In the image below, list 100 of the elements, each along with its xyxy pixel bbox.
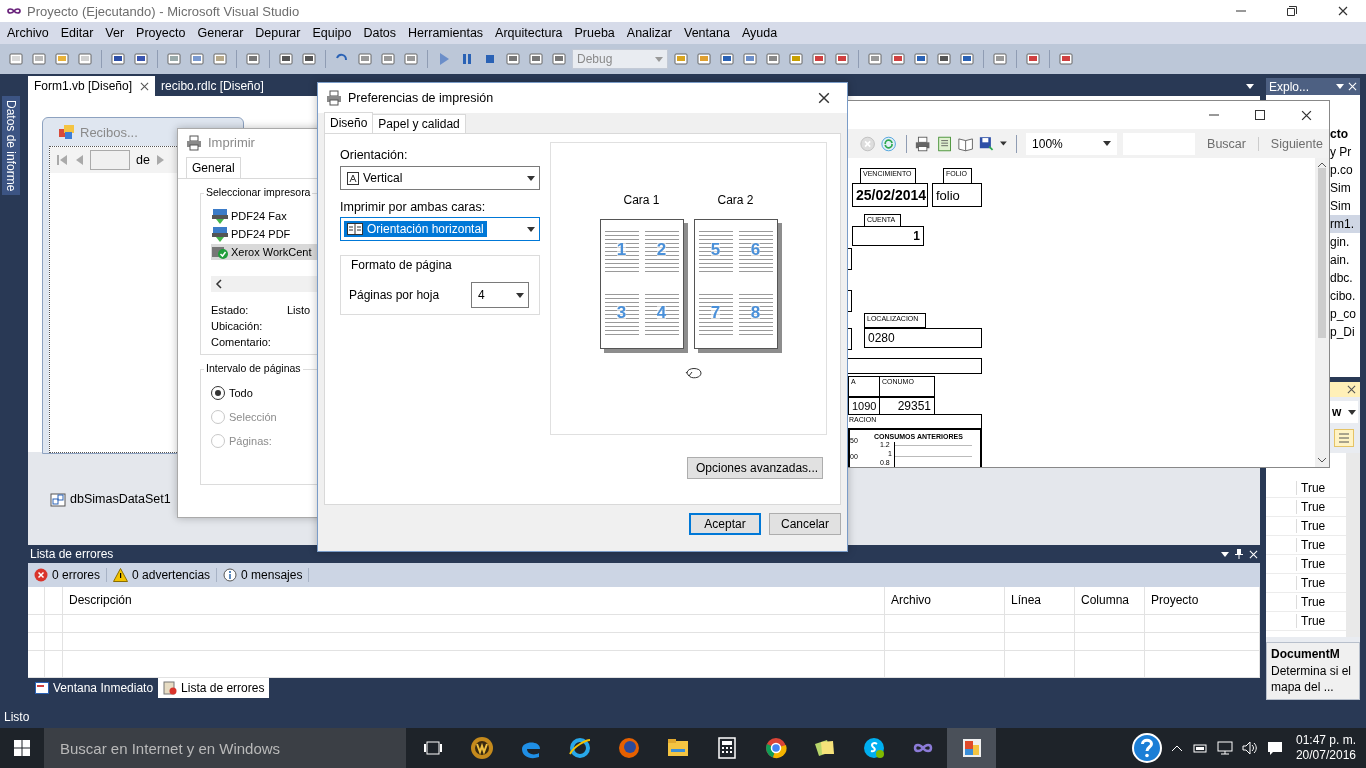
panel-title: Explo... [1269, 79, 1310, 94]
scrollbar-thumb[interactable] [1318, 167, 1326, 338]
table-cell [1005, 651, 1075, 678]
dialog-tab[interactable]: Diseño [324, 112, 374, 133]
menu-item[interactable]: Datos [357, 26, 403, 40]
info-icon [223, 568, 238, 582]
caret-icon [1221, 551, 1229, 557]
page-number: 3 [616, 304, 627, 322]
duplex-icon [347, 223, 363, 235]
panel-tab[interactable]: Lista de errores [158, 678, 270, 698]
windows-logo-icon [14, 740, 30, 756]
table-cell [1005, 615, 1075, 633]
document-tab[interactable]: Form1.vb [Diseño] [28, 76, 156, 96]
clock[interactable]: 01:47 p. m. 20/07/2016 [1291, 733, 1360, 763]
dialog-tab[interactable]: General [186, 157, 241, 178]
object-dropdown[interactable]: w [1330, 401, 1358, 423]
column-header[interactable]: Descripción [63, 587, 885, 615]
close-icon [818, 92, 830, 104]
first-page-icon [56, 154, 68, 166]
orientation-dropdown[interactable]: Vertical [340, 166, 540, 190]
side-label: Cara 1 [623, 193, 660, 207]
menu-item[interactable]: Editar [54, 26, 100, 40]
panel-tab[interactable]: Ventana Inmediato [30, 678, 159, 698]
close-icon [1347, 385, 1356, 394]
refresh-icon [881, 134, 897, 153]
table-cell [45, 615, 63, 633]
duplex-dropdown[interactable]: Orientación horizontal [340, 217, 540, 241]
property-value[interactable]: True [1296, 519, 1326, 533]
tree-item[interactable]: p_co [1330, 305, 1360, 323]
scroll-up-icon [1317, 162, 1327, 168]
property-value[interactable]: True [1296, 481, 1326, 495]
page-number: 8 [750, 304, 761, 322]
menu-item[interactable]: Prueba [568, 26, 621, 40]
property-value[interactable]: True [1296, 595, 1326, 609]
tree-item[interactable]: cto [1330, 125, 1360, 143]
caret-icon [1348, 409, 1356, 415]
dialog-tab[interactable]: Papel y calidad [372, 114, 466, 133]
component-label[interactable]: dbSimasDataSet1 [70, 491, 171, 506]
menu-item[interactable]: Proyecto [130, 26, 192, 40]
property-value[interactable]: True [1296, 557, 1326, 571]
dialog-button[interactable]: Cancelar [769, 513, 841, 535]
filter-button[interactable]: 0 errores [34, 568, 108, 582]
field-value: 29351 [879, 397, 935, 415]
menu-item[interactable]: Depurar [249, 26, 307, 40]
tree-item[interactable]: dbc. [1330, 269, 1360, 287]
menu-item[interactable]: Analizar [620, 26, 678, 40]
tree-item[interactable]: p.co [1330, 161, 1360, 179]
property-value[interactable]: True [1296, 576, 1326, 590]
tree-item[interactable]: gin. [1330, 233, 1360, 251]
close-icon [1300, 109, 1312, 121]
filter-button[interactable]: 0 mensajes [223, 568, 310, 582]
next-link[interactable]: Siguiente [1264, 136, 1329, 151]
dialog-button[interactable]: Aceptar [689, 513, 761, 535]
page-number: 4 [656, 304, 667, 322]
side-label: Cara 2 [717, 193, 754, 207]
menu-item[interactable]: Archivo [1, 26, 55, 40]
table-cell [28, 651, 45, 678]
column-header[interactable]: Columna [1075, 587, 1145, 615]
field-value: 1 [852, 226, 924, 246]
menu-item[interactable]: Generar [191, 26, 250, 40]
menu-item[interactable]: Herramientas [402, 26, 490, 40]
advanced-options-button[interactable]: Opciones avanzadas... [687, 457, 823, 479]
close-icon [1338, 6, 1348, 16]
tree-item[interactable]: Sim [1330, 197, 1360, 215]
column-header[interactable]: Archivo [885, 587, 1005, 615]
pages-per-sheet-dropdown[interactable]: 4 [471, 282, 529, 308]
menu-item[interactable]: Equipo [306, 26, 358, 40]
document-tab[interactable]: recibo.rdlc [Diseño] [155, 76, 270, 96]
menu-item[interactable]: Arquitectura [489, 26, 569, 40]
table-cell [45, 633, 63, 651]
tree-item[interactable]: Sim [1330, 179, 1360, 197]
page-number: 5 [710, 241, 721, 259]
tree-item[interactable]: p_Di [1330, 323, 1360, 341]
zoom-dropdown[interactable]: 100% [1026, 132, 1117, 155]
tree-item[interactable]: rm1. [1330, 215, 1360, 233]
column-header[interactable]: Línea [1005, 587, 1075, 615]
page-layout-icon [936, 134, 952, 153]
table-cell [28, 633, 45, 651]
filter-button[interactable]: 0 advertencias [113, 568, 218, 582]
page-number: 1 [616, 241, 627, 259]
caret-icon [1000, 141, 1008, 146]
page-number-field[interactable] [90, 150, 130, 170]
property-value[interactable]: True [1296, 538, 1326, 552]
tree-item[interactable]: y Pr [1330, 143, 1360, 161]
app-logo-icon [6, 6, 22, 16]
tree-item[interactable]: ain. [1330, 251, 1360, 269]
menu-item[interactable]: Ayuda [735, 26, 784, 40]
tree-item[interactable]: cibo. [1330, 287, 1360, 305]
caret-icon [516, 292, 524, 298]
field-value: 25/02/2014 [852, 183, 928, 207]
menu-item[interactable]: Ver [99, 26, 131, 40]
search-field[interactable]: Buscar en Internet y en Windows [44, 728, 406, 768]
find-link[interactable]: Buscar [1201, 136, 1252, 151]
side-tab[interactable]: Datos de informe [2, 96, 20, 196]
property-value[interactable]: True [1296, 500, 1326, 514]
column-header[interactable]: Proyecto [1145, 587, 1260, 615]
menu-item[interactable]: Ventana [678, 26, 736, 40]
list-view-icon [1334, 429, 1354, 447]
taskbar-app[interactable] [947, 728, 996, 768]
property-value[interactable]: True [1296, 614, 1326, 628]
